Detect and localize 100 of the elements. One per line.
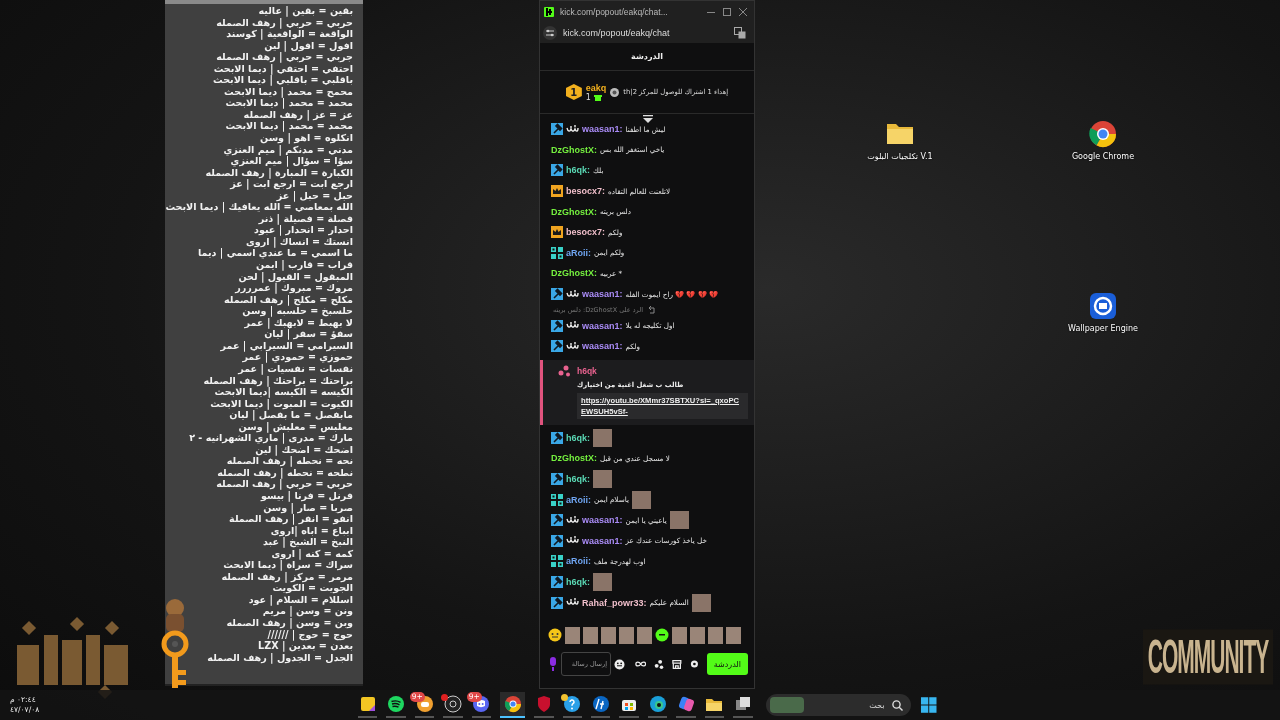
username[interactable]: Rahaf_powr33:	[582, 597, 647, 608]
emote-image[interactable]	[619, 626, 634, 644]
taskbar-app[interactable]	[500, 692, 526, 718]
close-icon[interactable]	[738, 6, 748, 17]
emote-image[interactable]	[672, 626, 687, 644]
username[interactable]: DzGhostX:	[551, 453, 597, 464]
username[interactable]: waasan1:	[582, 320, 623, 331]
username[interactable]: h6qk:	[566, 474, 590, 484]
username[interactable]: h6qk:	[566, 432, 590, 443]
username[interactable]: DzGhostX:	[551, 206, 597, 217]
text-line: ونن = وسن | مريم	[262, 605, 353, 617]
username[interactable]: h6qk:	[566, 577, 590, 587]
chat-button[interactable]: الدردشة	[706, 653, 748, 675]
chrome-icon	[1087, 118, 1119, 150]
gift-icon	[593, 93, 602, 101]
username: h6qk	[577, 365, 597, 376]
username[interactable]: DzGhostX:	[551, 268, 597, 279]
settings-icon[interactable]	[689, 659, 699, 669]
text-line: الجدل = الجدول | رهف الصمله	[206, 651, 353, 664]
text-line: افول = افول | لين	[263, 39, 353, 52]
shortcut-label: تكلجيات البلوت V.1	[867, 152, 933, 162]
search-placeholder: بحث	[868, 700, 885, 710]
collapse-icon[interactable]	[643, 115, 653, 123]
emote-image[interactable]	[601, 626, 616, 644]
text-line: نحه = نحطه | رهف الصمله	[225, 455, 353, 467]
username[interactable]: waasan1:	[582, 289, 623, 300]
text-line: فرنل = فرنا | بيسو	[260, 489, 353, 502]
text-line: بعدن = بعدين | LZX	[257, 640, 353, 652]
translate-icon[interactable]	[734, 26, 746, 39]
username: eakq	[585, 82, 607, 93]
chrome-icon	[503, 695, 522, 713]
text-line: حموزي = حمودي | عمر	[241, 351, 353, 363]
shortcut-label: Google Chrome	[1071, 152, 1135, 162]
username[interactable]: aRoii:	[566, 494, 591, 505]
edge-icon	[648, 695, 667, 713]
text-line: انكلوه = اهو | وسن	[259, 132, 353, 144]
emote-image[interactable]	[565, 626, 580, 644]
text-line: السيرامي = السيرابي | عمر	[219, 339, 353, 352]
text-line: الكيسه = الكيسه |ديما الابحث	[213, 386, 353, 398]
chat-header: الدردشة	[540, 43, 754, 71]
username[interactable]: h6qk:	[566, 165, 590, 176]
infinity-icon[interactable]	[635, 660, 647, 668]
emote-image[interactable]	[583, 626, 598, 644]
desktop-shortcut[interactable]: تكلجيات البلوت V.1	[865, 118, 935, 162]
store-icon[interactable]	[672, 658, 682, 670]
text-line: حلسبخ = حلسبه | وسن	[241, 305, 353, 317]
text-line: باقلبي = باقلبي | ديما الابحث	[212, 74, 353, 86]
text-line: احدار = انحدار | عبود	[252, 224, 353, 236]
taskbar-app[interactable]	[443, 692, 463, 718]
username[interactable]: aRoii:	[566, 556, 591, 567]
text-line: معلبس = معلبش | وسن	[238, 420, 353, 433]
search-field[interactable]: بحث	[765, 694, 912, 716]
search-icon	[892, 699, 904, 711]
shortcut-label: Wallpaper Engine	[1068, 324, 1138, 334]
emote-image[interactable]	[726, 626, 741, 644]
username[interactable]: waasan1:	[582, 515, 623, 526]
text-line: نطحه = نحطه | رهف الصمله	[216, 466, 353, 479]
emoji-icon[interactable]	[614, 658, 625, 670]
emote-image[interactable]	[637, 626, 652, 644]
username[interactable]: besocx7:	[566, 186, 606, 197]
taskbar-app[interactable]	[562, 692, 583, 718]
text-line: مروك = مبروك | عمرررر	[234, 282, 353, 294]
text-line: نفسات = نفسيات | عمر	[237, 362, 353, 375]
username[interactable]: waasan1:	[582, 341, 623, 352]
username[interactable]: besocx7:	[566, 227, 606, 238]
text-line: مابفصل = ما بفصل | ليان	[228, 409, 353, 421]
maximize-icon[interactable]	[722, 6, 732, 17]
username[interactable]: waasan1:	[582, 535, 623, 546]
text-line: كمه = كنه | اروى	[270, 547, 353, 560]
dots-icon[interactable]	[654, 658, 665, 670]
text-line: حربي = حربي | رهف الصمله	[215, 478, 353, 490]
key-icon	[160, 598, 190, 690]
text-line: بقين = بقين | عاليه	[257, 5, 353, 17]
emote-image[interactable]	[708, 626, 723, 644]
task-view-icon	[733, 695, 752, 713]
spotify-icon	[387, 695, 406, 713]
rank-badge: 1	[565, 84, 582, 100]
username[interactable]: aRoii:	[566, 247, 591, 258]
emoji-icon[interactable]	[548, 628, 562, 642]
gift-count: 1	[585, 92, 591, 102]
text-line: سؤا = سؤال | ميم العنزي	[230, 155, 353, 167]
text-line: انستك = انساك | اروى	[244, 235, 353, 248]
desktop-shortcut[interactable]: Wallpaper Engine	[1068, 290, 1138, 334]
text-line: مارك = مدرى | ماري الشهرانيه - ٢	[188, 432, 353, 444]
desktop-shortcut[interactable]: Google Chrome	[1068, 118, 1138, 162]
text-line: الكبارة = المبارة | رهف الصمله	[204, 166, 353, 179]
app-icon	[1087, 290, 1119, 322]
text-line: ابباع = اباه |اروى	[269, 524, 353, 537]
text-line: لا بهبط = لابهبك | عمر	[244, 316, 353, 329]
username[interactable]: DzGhostX:	[551, 144, 597, 155]
emote-image[interactable]	[690, 626, 705, 644]
text-line: مرمر = مركز | رهف الصمله	[220, 570, 353, 583]
help-icon	[563, 695, 582, 713]
username[interactable]: waasan1:	[582, 124, 623, 135]
site-settings-icon[interactable]	[543, 25, 557, 40]
text-line: الجويت = الكويت	[272, 582, 353, 594]
text-line: وبن = وسن | رهف الصمله	[225, 617, 353, 629]
community-logo: COMMUNITY	[1143, 629, 1273, 685]
text-line: حربي = حربي | رهف الصمله	[215, 16, 353, 29]
start-icon[interactable]	[920, 696, 938, 714]
